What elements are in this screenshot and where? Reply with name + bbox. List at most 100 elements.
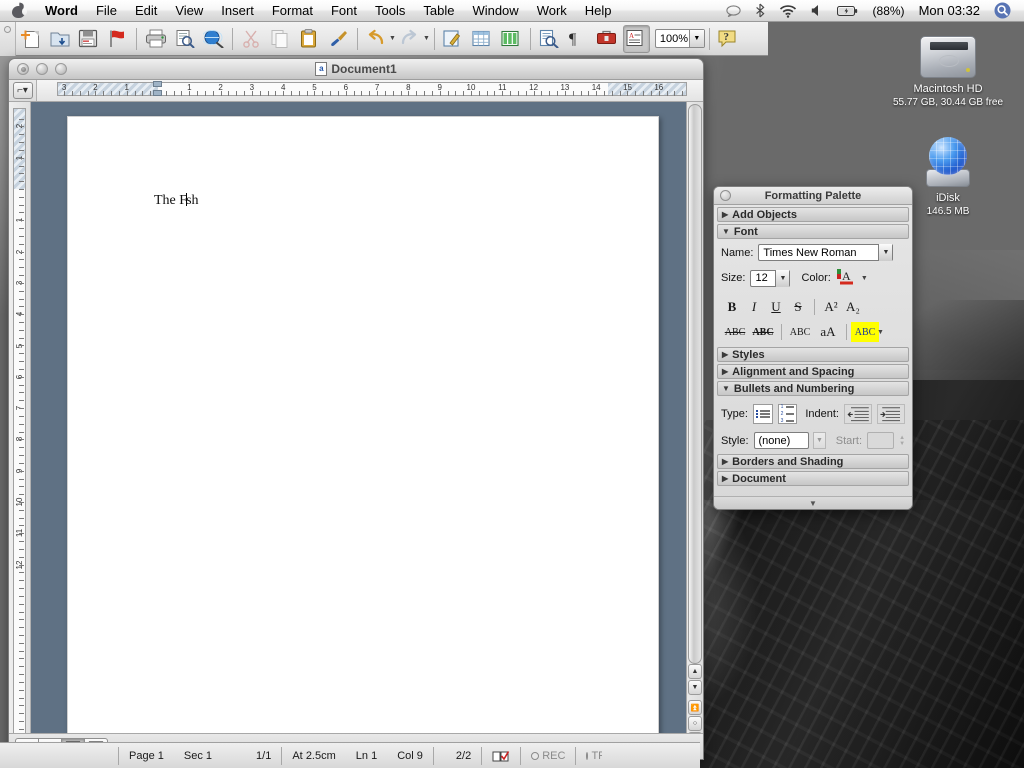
toolbar-grip[interactable] xyxy=(0,22,16,56)
strikethrough-button[interactable]: S xyxy=(787,297,809,317)
apple-menu[interactable] xyxy=(0,3,36,18)
bulleted-list-icon[interactable] xyxy=(753,404,773,424)
decrease-indent-icon[interactable] xyxy=(844,404,872,424)
bullets-start-stepper[interactable]: ▲▼ xyxy=(899,435,905,447)
status-track-changes[interactable]: TRK xyxy=(576,747,602,765)
battery-icon[interactable] xyxy=(830,0,866,21)
menu-item-file[interactable]: File xyxy=(87,0,126,21)
status-record-macro[interactable]: REC xyxy=(521,747,575,765)
menu-item-window[interactable]: Window xyxy=(463,0,527,21)
window-titlebar[interactable]: a Document1 xyxy=(9,59,703,80)
first-line-indent-marker[interactable] xyxy=(153,81,162,87)
document-canvas[interactable]: The Fsh xyxy=(31,102,686,733)
palette-section-borders-and-shading[interactable]: ▶ Borders and Shading xyxy=(717,454,909,469)
bullets-start-field[interactable] xyxy=(867,432,894,449)
highlight-button[interactable]: ABC xyxy=(851,322,879,342)
wifi-icon[interactable] xyxy=(772,0,804,21)
menu-app-name[interactable]: Word xyxy=(36,0,87,21)
print-button[interactable] xyxy=(142,25,169,53)
chevron-down-icon[interactable]: ▼ xyxy=(689,30,704,47)
menu-item-view[interactable]: View xyxy=(166,0,212,21)
document-text[interactable]: The Fsh xyxy=(154,193,199,209)
volume-icon[interactable] xyxy=(804,0,830,21)
save-button[interactable] xyxy=(75,25,102,53)
menu-item-work[interactable]: Work xyxy=(528,0,576,21)
palette-titlebar[interactable]: Formatting Palette xyxy=(714,187,912,205)
left-indent-marker[interactable] xyxy=(153,90,162,96)
font-size-combo[interactable]: 12 ▼ xyxy=(750,270,790,287)
new-document-button[interactable] xyxy=(17,25,44,53)
redo-button[interactable] xyxy=(397,25,424,53)
status-spelling-button[interactable] xyxy=(482,747,520,765)
menu-item-edit[interactable]: Edit xyxy=(126,0,166,21)
palette-section-add-objects[interactable]: ▶ Add Objects xyxy=(717,207,909,222)
web-preview-button[interactable] xyxy=(200,25,227,53)
navigation-pane-button[interactable] xyxy=(536,25,563,53)
show-formatting-marks-button[interactable]: ¶ xyxy=(565,25,592,53)
menu-item-tools[interactable]: Tools xyxy=(366,0,414,21)
underline-button[interactable]: U xyxy=(765,297,787,317)
superscript-button[interactable]: A² xyxy=(820,297,842,317)
scroll-up-button[interactable]: ▲ xyxy=(688,664,702,679)
font-color-dropdown-arrow[interactable]: ▼ xyxy=(861,275,868,282)
document-page[interactable]: The Fsh xyxy=(67,116,659,733)
menu-item-font[interactable]: Font xyxy=(322,0,366,21)
subscript-button[interactable]: A₂ xyxy=(842,297,864,317)
scroll-down-button[interactable]: ▼ xyxy=(688,680,702,695)
help-button[interactable]: ? xyxy=(715,25,742,53)
palette-section-styles[interactable]: ▶ Styles xyxy=(717,347,909,362)
menu-item-help[interactable]: Help xyxy=(576,0,621,21)
zoom-combo[interactable]: 100% ▼ xyxy=(655,29,705,48)
highlight-dropdown-arrow[interactable]: ▼ xyxy=(877,329,884,336)
cut-button[interactable] xyxy=(238,25,265,53)
insert-spreadsheet-button[interactable] xyxy=(498,25,525,53)
paste-button[interactable] xyxy=(296,25,323,53)
previous-page-button[interactable]: ⏫ xyxy=(688,700,702,715)
palette-section-font[interactable]: ▼ Font xyxy=(717,224,909,239)
insert-table-button[interactable] xyxy=(469,25,496,53)
redo-dropdown-arrow[interactable]: ▼ xyxy=(423,35,430,42)
bluetooth-icon[interactable] xyxy=(748,0,772,21)
font-name-combo[interactable]: Times New Roman ▼ xyxy=(758,244,893,261)
chat-bubble-icon[interactable] xyxy=(719,0,748,21)
bullets-style-combo[interactable]: (none) xyxy=(754,432,810,449)
numbered-list-icon[interactable]: 1 2 3 xyxy=(778,404,798,424)
palette-section-alignment-and-spacing[interactable]: ▶ Alignment and Spacing xyxy=(717,364,909,379)
shadow-button[interactable]: ABC xyxy=(786,322,814,342)
print-preview-button[interactable] xyxy=(171,25,198,53)
menu-bar-clock[interactable]: Mon 03:32 xyxy=(912,0,987,21)
menu-item-insert[interactable]: Insert xyxy=(212,0,263,21)
undo-dropdown-arrow[interactable]: ▼ xyxy=(389,35,396,42)
desktop-icon-macintosh-hd[interactable]: Macintosh HD 55.77 GB, 30.44 GB free xyxy=(888,36,1008,109)
chevron-down-icon[interactable]: ▼ xyxy=(775,270,789,287)
small-caps-button[interactable]: ABC xyxy=(721,322,749,342)
chevron-down-icon[interactable]: ▼ xyxy=(878,244,892,261)
palette-scroll-hint[interactable]: ▼ xyxy=(714,496,912,509)
increase-indent-icon[interactable] xyxy=(877,404,905,424)
horizontal-ruler[interactable]: 32112345678910111213141516 xyxy=(37,80,703,101)
open-button[interactable] xyxy=(46,25,73,53)
format-painter-button[interactable] xyxy=(325,25,352,53)
select-browse-object-button[interactable]: ○ xyxy=(688,716,702,731)
font-color-icon[interactable]: A xyxy=(836,267,858,289)
bullets-style-dropdown-arrow[interactable]: ▼ xyxy=(813,432,826,449)
palette-section-document[interactable]: ▶ Document xyxy=(717,471,909,486)
flag-button[interactable] xyxy=(104,25,131,53)
drawing-button[interactable] xyxy=(440,25,467,53)
tab-stop-selector[interactable]: ⌐▾ xyxy=(9,80,37,101)
all-caps-button[interactable]: ABC xyxy=(749,322,777,342)
menu-item-format[interactable]: Format xyxy=(263,0,322,21)
italic-button[interactable]: I xyxy=(743,297,765,317)
vertical-ruler[interactable]: 21123456789101112 xyxy=(9,102,31,759)
vertical-scrollbar[interactable]: ▲ ▼ ⏫ ○ ⏬ xyxy=(686,102,703,733)
formatting-palette-button[interactable]: A xyxy=(623,25,650,53)
bold-button[interactable]: B xyxy=(721,297,743,317)
undo-button[interactable] xyxy=(363,25,390,53)
change-case-button[interactable]: aA xyxy=(814,322,842,342)
palette-section-bullets-and-numbering[interactable]: ▼ Bullets and Numbering xyxy=(717,381,909,396)
search-icon[interactable] xyxy=(987,0,1018,21)
toolbox-button[interactable] xyxy=(594,25,621,53)
copy-button[interactable] xyxy=(267,25,294,53)
vertical-scroll-thumb[interactable] xyxy=(688,104,702,664)
menu-item-table[interactable]: Table xyxy=(414,0,463,21)
